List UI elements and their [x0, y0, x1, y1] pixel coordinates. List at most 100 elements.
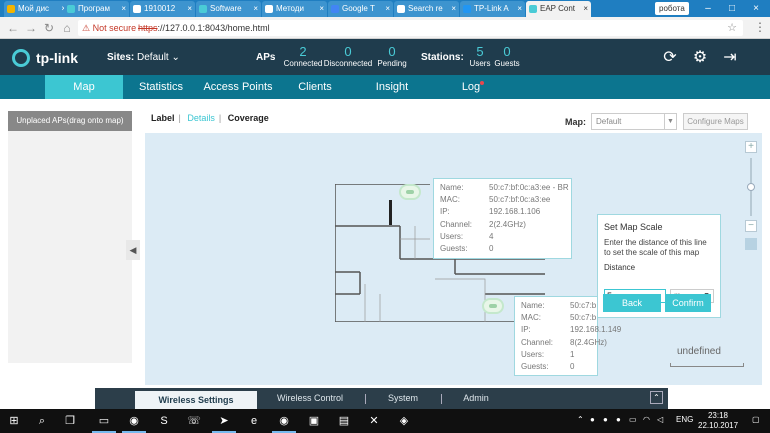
nav-insight[interactable]: Insight — [360, 75, 424, 99]
collapse-panel-icon[interactable]: ◀ — [126, 240, 140, 260]
close-tab-icon[interactable]: × — [121, 1, 126, 17]
task-view-icon[interactable]: ❐ — [62, 413, 78, 429]
terminal-icon[interactable]: ▣ — [306, 413, 322, 429]
tab-coverage[interactable]: Coverage — [228, 113, 269, 123]
search-icon[interactable]: ⌕ — [34, 413, 50, 429]
tools-icon[interactable]: ✕ — [366, 413, 382, 429]
profile-badge[interactable]: робота — [655, 2, 689, 15]
forward-icon[interactable]: → — [24, 21, 38, 35]
viber-icon[interactable]: ☏ — [186, 413, 202, 429]
close-tab-icon[interactable]: × — [517, 1, 522, 17]
gear-icon[interactable]: ⚙ — [690, 48, 710, 68]
browser-tab[interactable]: Search re × — [394, 1, 459, 17]
zoom-in-icon[interactable]: + — [745, 141, 757, 153]
close-window-icon[interactable]: × — [744, 0, 768, 17]
tab-wireless-control[interactable]: Wireless Control — [265, 388, 355, 409]
zoom-slider-handle[interactable] — [747, 183, 755, 191]
url-field[interactable]: ⚠ Not secure https://127.0.0.1:8043/home… — [78, 20, 743, 36]
browser-menu-icon[interactable]: ⋮ — [754, 20, 766, 34]
browser-tab[interactable]: Software × — [196, 1, 261, 17]
minimize-icon[interactable]: – — [696, 0, 720, 17]
browser-tab[interactable]: 1910012 × — [130, 1, 195, 17]
scale-value: undefined — [677, 346, 721, 357]
tab-wireless-settings[interactable]: Wireless Settings — [135, 391, 257, 409]
close-tab-icon[interactable]: × — [319, 1, 324, 17]
access-point-marker[interactable] — [399, 184, 421, 200]
file-explorer-icon[interactable]: ▭ — [92, 413, 116, 433]
skype-icon[interactable]: S — [156, 413, 172, 429]
close-tab-icon[interactable]: × — [253, 1, 258, 17]
refresh-icon[interactable]: ⟳ — [660, 48, 680, 68]
chrome-icon[interactable]: ◉ — [272, 413, 296, 433]
nav-map[interactable]: Map — [45, 75, 123, 99]
distance-label: Distance — [604, 263, 636, 272]
aps-pending[interactable]: 0 Pending — [362, 45, 422, 69]
browser-tab-active-label[interactable]: EAP Cont × — [526, 1, 591, 17]
tray-icon[interactable]: ● — [603, 415, 608, 424]
close-tab-icon[interactable]: × — [451, 1, 456, 17]
measure-scale-icon[interactable] — [745, 238, 757, 250]
unplaced-aps-panel: Unplaced APs(drag onto map) — [8, 111, 132, 363]
language-indicator[interactable]: ENG — [676, 415, 693, 424]
edge-icon[interactable]: e — [246, 413, 262, 429]
zoom-out-icon[interactable]: − — [745, 220, 757, 232]
logout-icon[interactable]: ⇥ — [720, 48, 740, 68]
confirm-button[interactable]: Confirm — [665, 294, 711, 312]
nav-clients[interactable]: Clients — [285, 75, 345, 99]
nav-statistics[interactable]: Statistics — [125, 75, 197, 99]
tp-link-favicon-icon — [463, 5, 471, 13]
browser-tab[interactable]: Google Т × — [328, 1, 393, 17]
scale-line — [670, 363, 744, 367]
close-tab-icon[interactable]: × — [385, 1, 390, 17]
nav-log[interactable]: Log — [455, 75, 491, 99]
reload-icon[interactable]: ↻ — [42, 21, 56, 35]
divider — [441, 394, 442, 404]
dialog-title: Set Map Scale — [604, 222, 663, 232]
volume-icon[interactable]: ◁ — [657, 415, 663, 424]
chevron-down-icon: ⌄ — [171, 52, 180, 63]
tab-admin[interactable]: Admin — [451, 388, 501, 409]
bookmark-star-icon[interactable]: ☆ — [727, 20, 737, 36]
windows-taskbar: ⊞ ⌕ ❐ ▭ ◉ S ☏ ➤ e ◉ ▣ ▤ ✕ ◈ ⌃ ● ● ● ▭ ◠ … — [0, 409, 770, 433]
browser-tab[interactable]: Програм × — [64, 1, 129, 17]
close-tab-icon[interactable]: × — [187, 1, 192, 17]
access-point-marker[interactable] — [482, 298, 504, 314]
tab-details[interactable]: Details — [187, 113, 215, 123]
expand-up-icon[interactable]: ⌃ — [650, 391, 663, 404]
battery-icon[interactable]: ▭ — [629, 415, 637, 424]
ap-info-popup: Name: 50:c7:b MAC: 50:c7:b IP: 192.168.1.14… — [514, 296, 621, 376]
back-icon[interactable]: ← — [6, 21, 20, 35]
map-view-tabs: Label | Details | Coverage — [151, 113, 269, 123]
back-button[interactable]: Back — [603, 294, 661, 312]
tp-link-logo: tp-link — [12, 49, 92, 67]
address-bar: ← → ↻ ⌂ ⚠ Not secure https://127.0.0.1:8… — [0, 17, 770, 39]
game-icon[interactable]: ◈ — [396, 413, 412, 429]
show-hidden-icons[interactable]: ⌃ — [577, 415, 584, 424]
network-icon[interactable]: ◠ — [643, 415, 650, 424]
divider — [365, 394, 366, 404]
windows-start-icon[interactable]: ⊞ — [6, 413, 22, 429]
maximize-icon[interactable]: □ — [720, 0, 744, 17]
tab-system[interactable]: System — [375, 388, 431, 409]
browser-tab[interactable]: TP-Link A × — [460, 1, 525, 17]
nav-access-points[interactable]: Access Points — [200, 75, 276, 99]
close-tab-icon[interactable]: × — [583, 1, 588, 17]
not-secure-label: ⚠ Not secure — [82, 23, 137, 33]
page-icon — [397, 5, 405, 13]
stations-guests[interactable]: 0 Guests — [477, 45, 537, 69]
tab-label[interactable]: Label — [151, 113, 175, 123]
sites-selector[interactable]: Sites: Default ⌄ — [107, 52, 180, 63]
browser-tab[interactable]: Методи × — [262, 1, 327, 17]
tp-link-favicon-icon — [67, 5, 75, 13]
home-icon[interactable]: ⌂ — [60, 21, 74, 35]
browser-tab[interactable]: Мой дис× — [4, 1, 69, 17]
clock[interactable]: 23:18 22.10.2017 — [698, 411, 738, 431]
telegram-icon[interactable]: ➤ — [212, 413, 236, 433]
tray-icon[interactable]: ● — [590, 415, 595, 424]
app-icon[interactable]: ▤ — [336, 413, 352, 429]
chrome-icon[interactable]: ◉ — [122, 413, 146, 433]
map-select[interactable]: Default ▼ — [591, 113, 677, 130]
configure-maps-button[interactable]: Configure Maps — [683, 113, 748, 130]
notifications-icon[interactable]: ▢ — [752, 415, 760, 424]
tray-icon[interactable]: ● — [616, 415, 621, 424]
